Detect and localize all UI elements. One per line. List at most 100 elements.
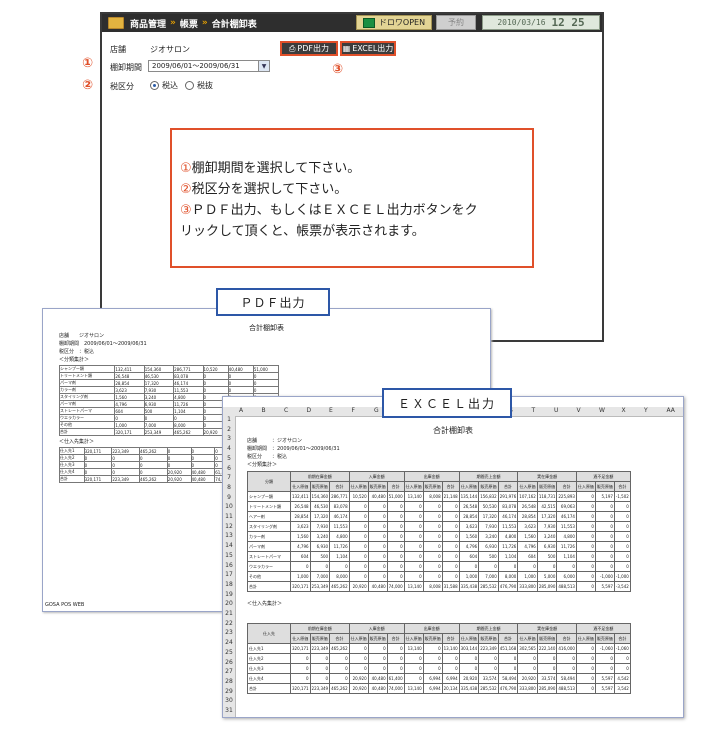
row-header-cell[interactable]: 7 — [223, 474, 235, 481]
row-header-cell[interactable]: 22 — [223, 620, 235, 627]
column-header-cell[interactable]: A — [239, 407, 243, 414]
row-header-cell[interactable]: 5 — [223, 455, 235, 462]
period-select[interactable]: 2009/06/01～2009/06/31 ▼ — [148, 60, 270, 72]
row-header-cell[interactable]: 12 — [223, 523, 235, 530]
breadcrumb-separator: » — [170, 18, 176, 28]
column-header-cell[interactable]: AA — [667, 407, 675, 414]
row-label: カラー剤 — [247, 531, 291, 542]
value-cell: 500 — [536, 551, 558, 562]
value-cell: 118,731 — [536, 491, 558, 502]
value-cell: 0 — [422, 541, 443, 552]
row-header-cell[interactable]: 18 — [223, 581, 235, 588]
value-cell: 0 — [290, 653, 311, 664]
row-header-cell[interactable]: 21 — [223, 610, 235, 617]
row-header-cell[interactable]: 8 — [223, 484, 235, 491]
column-header-cell[interactable]: Y — [644, 407, 648, 414]
breadcrumb-item-report[interactable]: 帳票 — [180, 17, 198, 30]
value-cell: 1,000 — [290, 571, 311, 582]
value-cell: 0 — [575, 561, 596, 572]
row-header-cell[interactable]: 3 — [223, 435, 235, 442]
value-cell: 0 — [422, 551, 443, 562]
value-cell: 0 — [403, 561, 424, 572]
value-cell: 416,000 — [556, 643, 577, 654]
row-header-cell[interactable]: 28 — [223, 678, 235, 685]
value-cell: 3,623 — [290, 521, 311, 532]
column-header-cell[interactable]: F — [352, 407, 355, 414]
row-header-cell[interactable]: 16 — [223, 562, 235, 569]
column-header-cell[interactable]: G — [374, 407, 379, 414]
instruction-box: ①棚卸期間を選択して下さい。 ②税区分を選択して下さい。 ③ＰＤＦ出力、もしくは… — [170, 128, 534, 268]
pdf-footer: GOSA POS WEB — [45, 602, 85, 608]
sub-header: 販売原価 — [367, 633, 388, 644]
row-header-cell[interactable]: 15 — [223, 552, 235, 559]
row-header-cell[interactable]: 10 — [223, 503, 235, 510]
tax-included-label[interactable]: 税込 — [162, 80, 178, 91]
row-header-cell[interactable]: 14 — [223, 542, 235, 549]
value-cell: 0 — [613, 511, 631, 522]
sub-header: 仕入原価 — [458, 481, 480, 492]
sub-header: 合計 — [441, 481, 460, 492]
excel-output-callout: ＥＸＣＥＬ出力 — [382, 388, 512, 418]
value-cell: 223,349 — [111, 475, 141, 483]
row-header-cell[interactable]: 1 — [223, 416, 235, 423]
marker-3: ③ — [332, 62, 344, 77]
column-header-cell[interactable]: V — [577, 407, 581, 414]
value-cell: 20,920 — [517, 673, 538, 684]
row-header-cell[interactable]: 27 — [223, 668, 235, 675]
row-header-cell[interactable]: 24 — [223, 639, 235, 646]
row-header-cell[interactable]: 26 — [223, 659, 235, 666]
row-header-cell[interactable]: 6 — [223, 465, 235, 472]
pdf-title: 合計棚卸表 — [249, 324, 284, 332]
value-cell: 0 — [348, 511, 369, 522]
tax-excluded-label[interactable]: 税抜 — [197, 80, 213, 91]
table-row: シャンプー類 132,411 154,360 286,771 10,520 40,480 5… — [247, 491, 631, 502]
reserve-button[interactable]: 予約 — [436, 15, 476, 30]
column-header-cell[interactable]: X — [622, 407, 626, 414]
value-cell: 20,920 — [348, 683, 369, 694]
row-header-cell[interactable]: 19 — [223, 591, 235, 598]
value-cell: 0 — [478, 561, 499, 572]
value-cell: 135,144 — [458, 491, 480, 502]
row-header-cell[interactable]: 17 — [223, 571, 235, 578]
row-header-cell[interactable]: 29 — [223, 688, 235, 695]
row-header-cell[interactable]: 20 — [223, 600, 235, 607]
chevron-down-icon[interactable]: ▼ — [258, 61, 269, 71]
column-header-cell[interactable]: E — [329, 407, 333, 414]
row-header-cell[interactable]: 31 — [223, 707, 235, 714]
category-cell: スタイリング剤 — [58, 393, 116, 401]
excel-output-button[interactable]: ▦ EXCEL出力 — [340, 41, 396, 56]
column-header-cell[interactable]: B — [262, 407, 266, 414]
value-cell: 28,854 — [458, 511, 480, 522]
pdf-tax: 税区分 ：税込 — [59, 349, 95, 355]
column-header-cell[interactable]: T — [532, 407, 536, 414]
column-header-cell[interactable]: C — [284, 407, 288, 414]
column-header-cell[interactable]: D — [307, 407, 312, 414]
value-cell: 465,262 — [139, 475, 168, 483]
value-cell: 26,548 — [458, 501, 480, 512]
value-cell: 0 — [613, 561, 631, 572]
value-cell: 0 — [613, 531, 631, 542]
row-header-cell[interactable]: 4 — [223, 445, 235, 452]
row-header-cell[interactable]: 11 — [223, 513, 235, 520]
value-cell: 1,104 — [329, 551, 350, 562]
value-cell: 0 — [422, 643, 443, 654]
value-cell: 0 — [478, 663, 499, 674]
value-cell: 0 — [458, 561, 480, 572]
breadcrumb-item-product[interactable]: 商品管理 — [130, 17, 166, 30]
value-cell: 0 — [367, 663, 388, 674]
row-header-cell[interactable]: 13 — [223, 532, 235, 539]
row-header-cell[interactable]: 23 — [223, 629, 235, 636]
value-cell: 0 — [173, 414, 204, 422]
pdf-output-button[interactable]: ⎙ PDF出力 — [280, 41, 338, 56]
row-header-cell[interactable]: 25 — [223, 649, 235, 656]
value-cell: 13,140 — [403, 491, 424, 502]
value-cell: 0 — [252, 386, 280, 394]
drawer-open-button[interactable]: ドロワOPEN — [356, 15, 432, 30]
tax-excluded-radio[interactable] — [185, 81, 194, 90]
column-header-cell[interactable]: W — [599, 407, 605, 414]
row-header-cell[interactable]: 30 — [223, 697, 235, 704]
tax-included-radio[interactable] — [150, 81, 159, 90]
column-header-cell[interactable]: U — [554, 407, 558, 414]
value-cell: 0 — [575, 501, 596, 512]
row-header-cell[interactable]: 9 — [223, 494, 235, 501]
